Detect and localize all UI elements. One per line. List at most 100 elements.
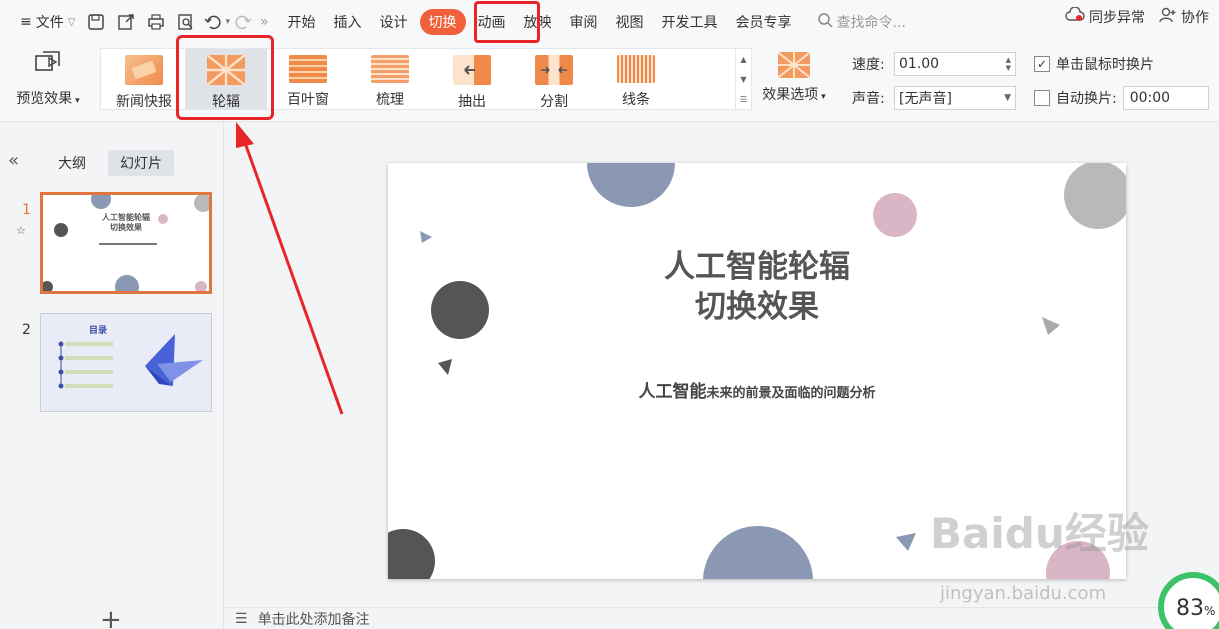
auto-advance-label: 自动换片:: [1056, 91, 1117, 107]
slide-thumbnail-2[interactable]: 目录: [40, 313, 212, 412]
transition-split[interactable]: 分割: [513, 49, 595, 110]
transition-label: 轮辐: [212, 94, 240, 110]
gallery-expand-icon[interactable]: ☰: [740, 95, 747, 104]
tab-animation[interactable]: 动画: [469, 7, 515, 37]
tab-outline[interactable]: 大纲: [46, 150, 98, 176]
thumb1-title: 人工智能轮辐 切换效果: [102, 213, 150, 232]
wheel-icon: [206, 54, 246, 86]
slide-number: 1: [22, 202, 31, 218]
transition-ribbon: 预览效果 ▾ 新闻快报 轮辐 百叶窗 梳理 抽出 分割 线条 ▲ ▼ ☰ 效果选…: [0, 44, 1219, 122]
speed-input[interactable]: 01.00 ▲ ▼: [894, 52, 1016, 76]
zoom-unit: %: [1204, 604, 1216, 618]
tab-transition[interactable]: 切换: [419, 9, 466, 35]
transition-label: 线条: [622, 92, 650, 108]
scroll-down-icon[interactable]: ▼: [740, 75, 746, 84]
tab-review[interactable]: 审阅: [561, 7, 607, 37]
user-plus-icon: [1159, 7, 1177, 27]
notes-icon: ☰: [235, 610, 248, 627]
collapse-panel-icon[interactable]: «: [8, 150, 19, 171]
speed-value: 01.00: [899, 56, 940, 72]
pull-icon: [453, 55, 491, 85]
chevron-down-icon: ▼: [1004, 93, 1011, 103]
slides-panel: « 大纲 幻灯片 1 ☆ 人工智能轮辐 切换效果 2 目录 +: [0, 122, 224, 629]
sync-label: 同步异常: [1089, 10, 1145, 26]
tab-slideshow[interactable]: 放映: [515, 7, 561, 37]
thumb1-subtitle-line: [99, 243, 157, 245]
sound-label: 声音:: [852, 91, 885, 107]
hamburger-icon: ≡: [20, 14, 32, 30]
sound-select[interactable]: [无声音] ▼: [894, 86, 1016, 110]
redo-icon[interactable]: [230, 7, 256, 37]
baidu-watermark-url: jingyan.baidu.com: [940, 583, 1107, 604]
subtitle-emphasis: 人工智能: [638, 382, 707, 402]
split-icon: [535, 55, 573, 85]
export-icon[interactable]: [111, 7, 141, 37]
slide-subtitle[interactable]: 人工智能未来的前景及面临的问题分析: [388, 377, 1126, 402]
save-icon[interactable]: [81, 7, 111, 37]
transition-lines[interactable]: 线条: [595, 49, 677, 109]
gallery-scrollbar[interactable]: ▲ ▼ ☰: [735, 49, 751, 109]
notes-placeholder: 单击此处添加备注: [257, 611, 370, 628]
preview-icon: [33, 48, 63, 82]
slide-title[interactable]: 人工智能轮辐 切换效果: [388, 247, 1126, 327]
print-preview-icon[interactable]: [171, 7, 201, 37]
baidu-watermark: Baidu经验: [930, 509, 1149, 558]
transition-comb[interactable]: 梳理: [349, 49, 431, 109]
auto-advance-time-input[interactable]: 00:00: [1122, 86, 1209, 110]
zoom-value: 83: [1176, 596, 1204, 621]
tab-developer[interactable]: 开发工具: [653, 7, 727, 37]
sync-status-button[interactable]: 同步异常: [1065, 6, 1145, 27]
transition-news-flash[interactable]: 新闻快报: [103, 49, 185, 110]
transition-label: 抽出: [458, 94, 486, 110]
undo-icon[interactable]: [201, 7, 225, 37]
collaborate-label: 协作: [1181, 10, 1209, 26]
transition-label: 新闻快报: [116, 94, 172, 110]
tab-design[interactable]: 设计: [371, 7, 417, 37]
slide-title-line1: 人工智能轮辐: [664, 249, 850, 285]
file-menu-label: 文件: [35, 15, 64, 31]
slide-number: 2: [22, 322, 31, 338]
tab-insert[interactable]: 插入: [325, 7, 371, 37]
more-chevrons-icon[interactable]: »: [260, 14, 269, 30]
tab-slides[interactable]: 幻灯片: [108, 150, 174, 176]
lines-icon: [617, 55, 655, 83]
preview-effect-label: 预览效果 ▾: [16, 91, 80, 107]
subtitle-rest: 未来的前景及面临的问题分析: [706, 386, 876, 401]
transition-label: 百叶窗: [287, 92, 329, 108]
transition-settings: 速度: 01.00 ▲ ▼ 声音: [无声音] ▼: [852, 50, 1016, 118]
effect-options-icon: [777, 51, 811, 79]
preview-effect-button[interactable]: 预览效果 ▾: [8, 48, 88, 118]
news-flash-icon: [125, 55, 163, 85]
collaborate-button[interactable]: 协作: [1159, 7, 1209, 27]
command-search[interactable]: 查找命令...: [817, 12, 906, 32]
advance-options: ✓ 单击鼠标时换片 自动换片: 00:00: [1034, 50, 1209, 118]
tab-member[interactable]: 会员专享: [727, 7, 801, 37]
effect-options-label: 效果选项 ▾: [762, 87, 826, 103]
on-click-checkbox[interactable]: ✓: [1034, 56, 1050, 72]
add-slide-icon[interactable]: +: [100, 607, 122, 629]
tab-view[interactable]: 视图: [607, 7, 653, 37]
auto-advance-checkbox[interactable]: [1034, 90, 1050, 106]
transition-star-icon: ☆: [16, 224, 26, 237]
transition-label: 梳理: [376, 92, 404, 108]
transition-blinds[interactable]: 百叶窗: [267, 49, 349, 109]
sound-value: [无声音]: [899, 91, 952, 107]
cloud-sync-icon: [1065, 6, 1085, 27]
search-icon: [817, 12, 833, 32]
transition-wheel[interactable]: 轮辐: [185, 49, 267, 110]
tab-home[interactable]: 开始: [279, 7, 325, 37]
speed-spinner[interactable]: ▲ ▼: [1006, 56, 1011, 72]
slide-thumbnail-1[interactable]: 人工智能轮辐 切换效果: [40, 192, 212, 294]
comb-icon: [371, 55, 409, 83]
chevron-down-icon: ▽: [67, 16, 76, 28]
speed-label: 速度:: [852, 57, 885, 73]
file-menu[interactable]: ≡ 文件 ▽: [14, 7, 81, 37]
on-click-label: 单击鼠标时换片: [1056, 57, 1154, 73]
transition-pull[interactable]: 抽出: [431, 49, 513, 110]
notes-bar[interactable]: ☰ 单击此处添加备注: [225, 607, 1219, 629]
effect-options-button[interactable]: 效果选项 ▾: [756, 48, 832, 118]
print-icon[interactable]: [141, 7, 171, 37]
blinds-icon: [289, 55, 327, 83]
scroll-up-icon[interactable]: ▲: [740, 55, 746, 64]
transition-label: 分割: [540, 94, 568, 110]
